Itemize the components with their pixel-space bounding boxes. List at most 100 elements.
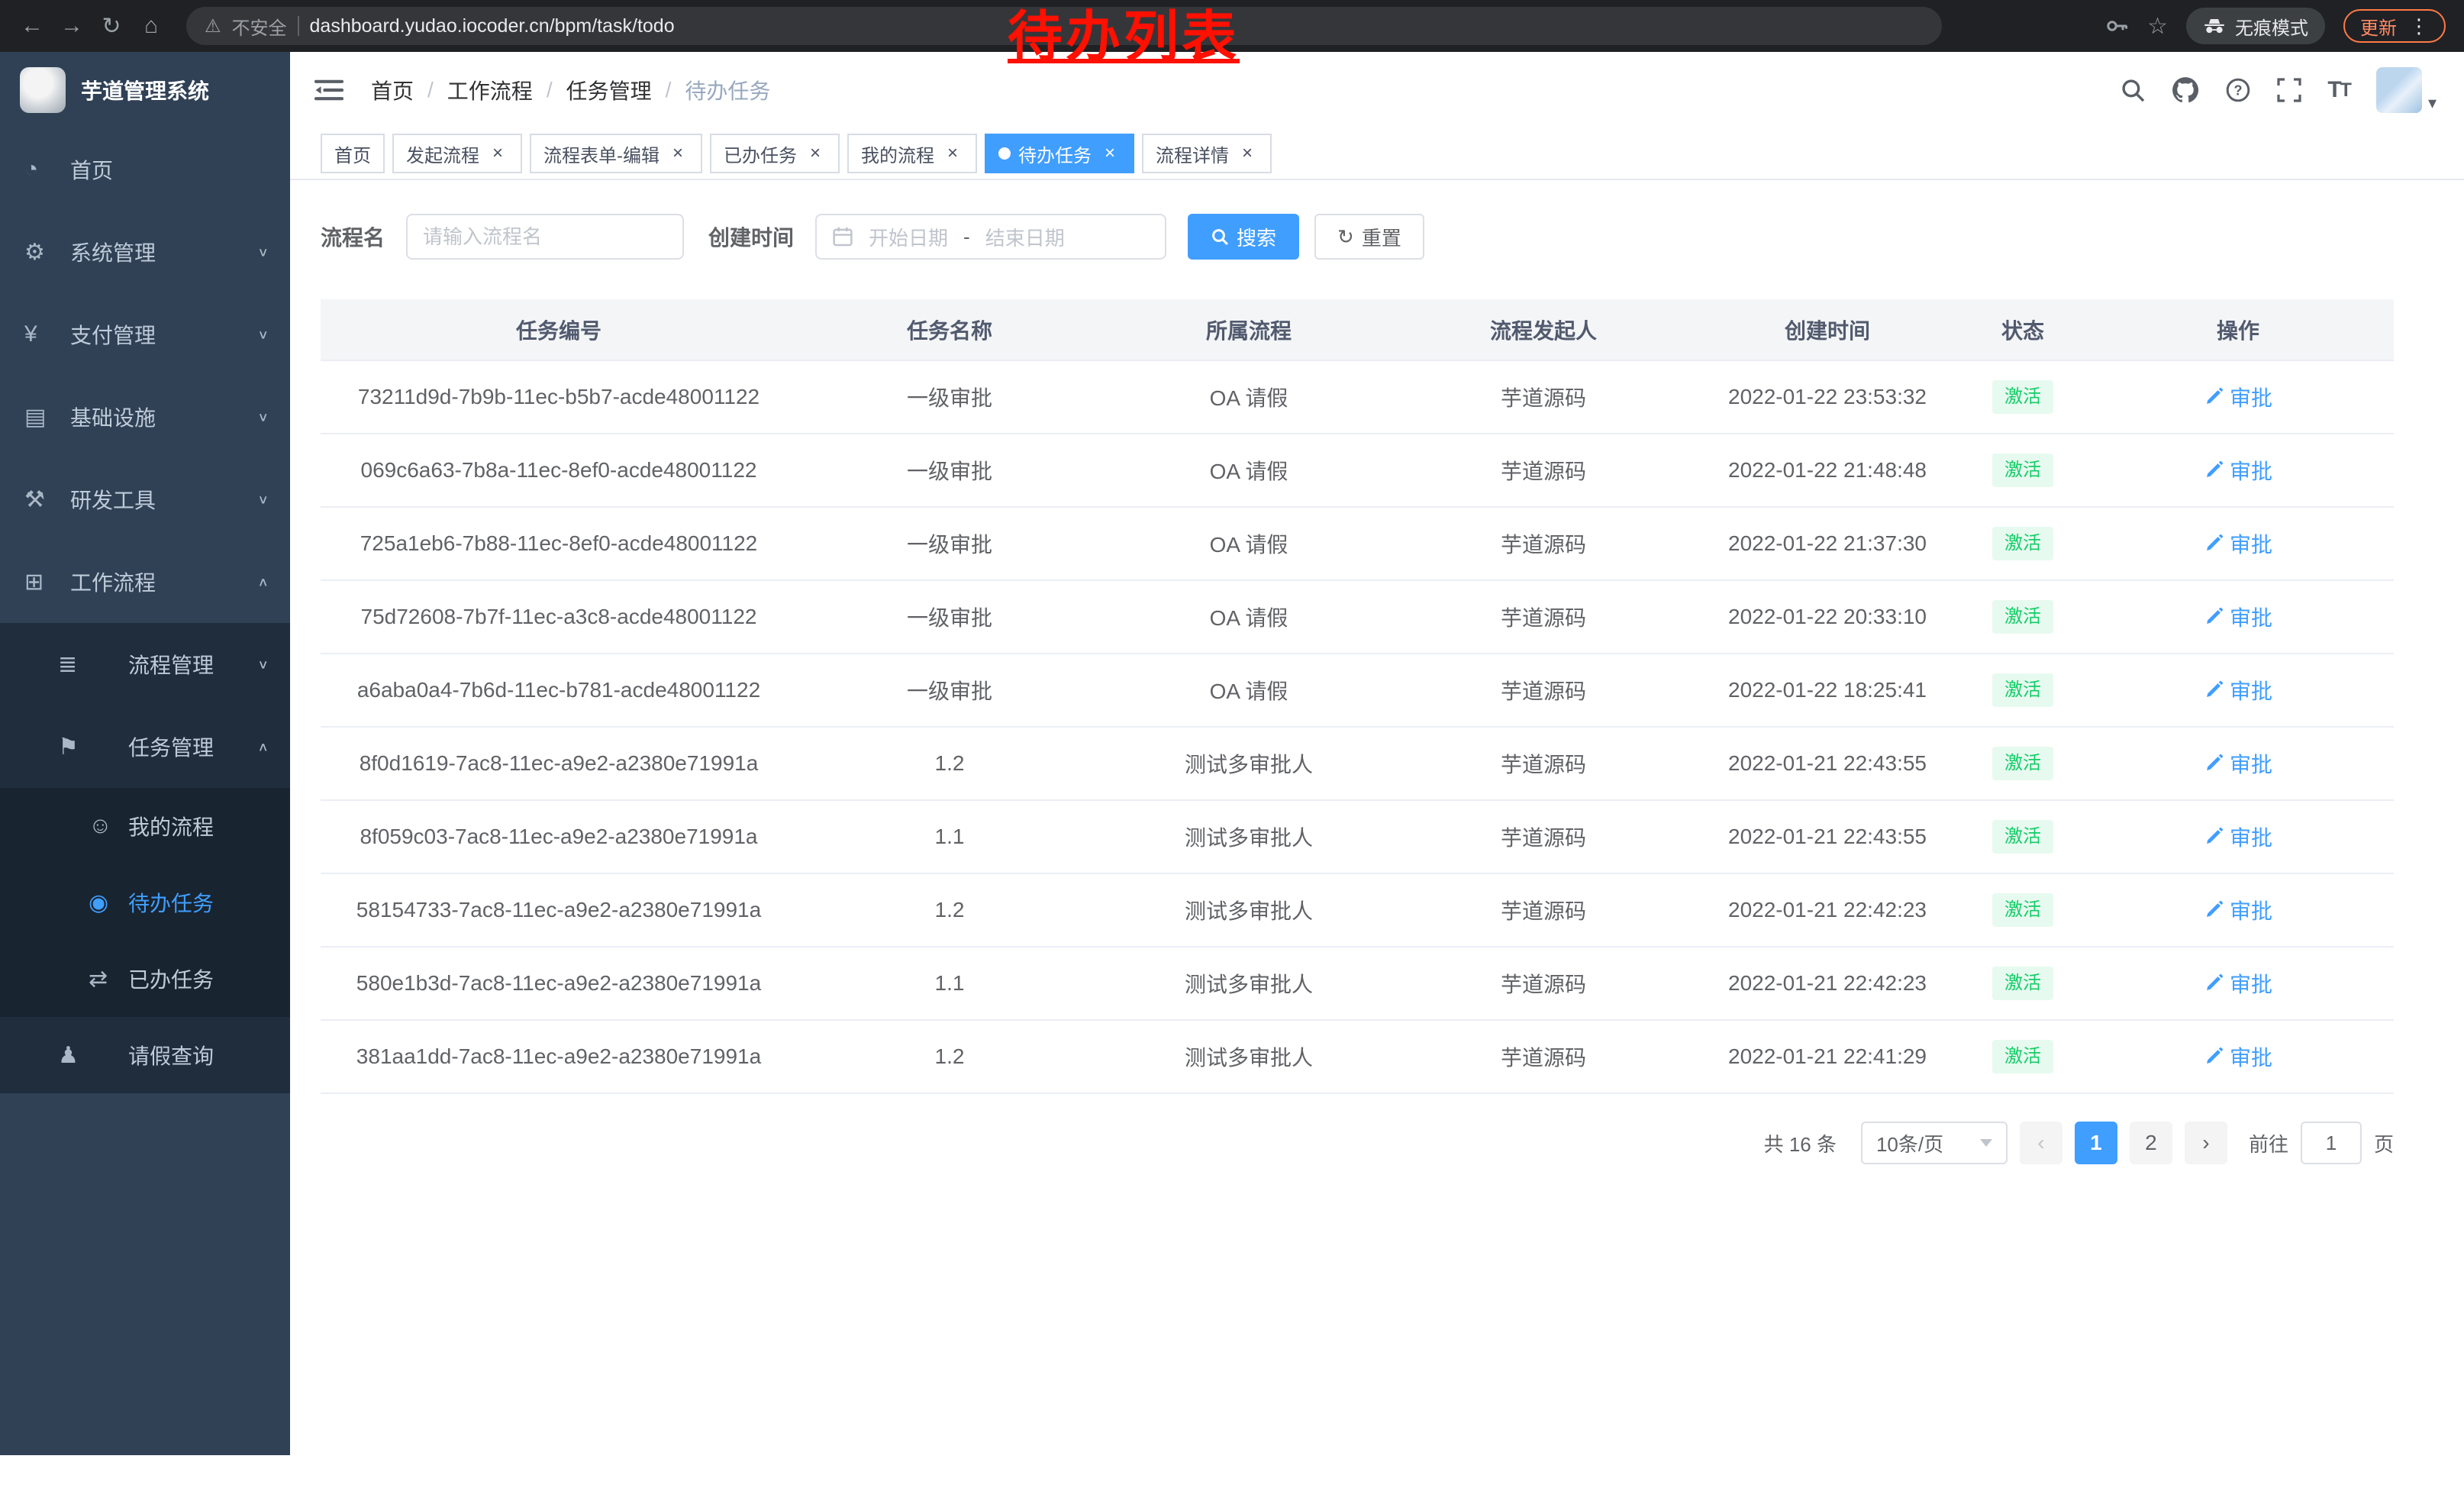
tab-5[interactable]: 待办任务 × xyxy=(985,134,1134,173)
calendar-icon xyxy=(832,226,853,247)
approve-link[interactable]: 审批 xyxy=(2204,748,2272,779)
page-size-select[interactable]: 10条/页 xyxy=(1861,1122,2008,1164)
update-label[interactable]: 更新 xyxy=(2360,13,2397,40)
refresh-icon[interactable]: ↻ xyxy=(92,6,131,46)
next-page-button[interactable]: › xyxy=(2185,1122,2227,1164)
back-icon[interactable]: ← xyxy=(12,6,52,46)
sidebar-item-5[interactable]: ⊞工作流程∧ xyxy=(0,541,290,623)
close-icon[interactable]: × xyxy=(942,143,963,164)
sidebar-item-7[interactable]: ⚑任务管理∧ xyxy=(0,705,290,788)
key-icon[interactable] xyxy=(2104,14,2129,38)
action-cell: 审批 xyxy=(2082,434,2394,507)
menu-dots-icon[interactable]: ⋮ xyxy=(2409,15,2429,38)
logo-row[interactable]: 芋道管理系统 xyxy=(0,52,290,128)
search-icon[interactable] xyxy=(2120,77,2146,103)
breadcrumb-home[interactable]: 首页 xyxy=(371,75,414,105)
approve-link[interactable]: 审批 xyxy=(2204,602,2272,632)
tab-2[interactable]: 流程表单-编辑× xyxy=(530,134,702,173)
sidebar-item-label: 请假查询 xyxy=(128,1040,269,1070)
approve-link[interactable]: 审批 xyxy=(2204,822,2272,852)
svg-text:?: ? xyxy=(2234,82,2243,98)
sidebar-item-0[interactable]: ◔首页 xyxy=(0,128,290,211)
sidebar-item-11[interactable]: ♟请假查询 xyxy=(0,1017,290,1093)
bookmark-star-icon[interactable]: ☆ xyxy=(2147,13,2168,40)
approve-link[interactable]: 审批 xyxy=(2204,1041,2272,1072)
sidebar-item-1[interactable]: ⚙系统管理∨ xyxy=(0,211,290,293)
initiator-cell: 芋道源码 xyxy=(1395,654,1692,727)
close-icon[interactable]: × xyxy=(487,143,508,164)
end-date-placeholder[interactable]: 结束日期 xyxy=(985,223,1065,251)
table-row: 73211d9d-7b9b-11ec-b5b7-acde48001122一级审批… xyxy=(321,360,2394,434)
edit-icon xyxy=(2204,387,2224,407)
page-1-button[interactable]: 1 xyxy=(2075,1122,2117,1164)
font-size-icon[interactable]: TT xyxy=(2327,77,2350,103)
app-title: 芋道管理系统 xyxy=(81,75,209,105)
reset-button[interactable]: ↻ 重置 xyxy=(1314,214,1424,260)
tab-6[interactable]: 流程详情× xyxy=(1142,134,1272,173)
avatar[interactable] xyxy=(2376,67,2422,113)
task-id-cell: 069c6a63-7b8a-11ec-8ef0-acde48001122 xyxy=(321,434,797,507)
status-cell: 激活 xyxy=(1963,727,2082,800)
sidebar-menu: ◔首页⚙系统管理∨¥支付管理∨▤基础设施∨⚒研发工具∨⊞工作流程∧≣流程管理∨⚑… xyxy=(0,128,290,1093)
security-label[interactable]: 不安全 xyxy=(232,13,287,40)
devtools-icon: ⚒ xyxy=(24,486,61,513)
approve-link[interactable]: 审批 xyxy=(2204,455,2272,486)
tab-3[interactable]: 已办任务× xyxy=(710,134,840,173)
start-date-placeholder[interactable]: 开始日期 xyxy=(869,223,948,251)
tab-0[interactable]: 首页 xyxy=(321,134,385,173)
close-icon[interactable]: × xyxy=(1237,143,1258,164)
status-badge: 激活 xyxy=(1992,1040,2053,1073)
goto-label: 前往 xyxy=(2249,1129,2288,1157)
chrome-right-controls: ☆ 无痕模式 更新 ⋮ xyxy=(2104,8,2452,44)
breadcrumb-workflow[interactable]: 工作流程 xyxy=(447,75,533,105)
initiator-cell: 芋道源码 xyxy=(1395,800,1692,873)
approve-link[interactable]: 审批 xyxy=(2204,675,2272,705)
tab-4[interactable]: 我的流程× xyxy=(847,134,977,173)
table-row: 580e1b3d-7ac8-11ec-a9e2-a2380e71991a1.1测… xyxy=(321,947,2394,1020)
sidebar-item-2[interactable]: ¥支付管理∨ xyxy=(0,293,290,376)
collapse-sidebar-icon[interactable] xyxy=(314,78,343,102)
url-text[interactable]: dashboard.yudao.iocoder.cn/bpm/task/todo xyxy=(310,15,675,37)
task-id-cell: 58154733-7ac8-11ec-a9e2-a2380e71991a xyxy=(321,873,797,947)
sidebar-item-9[interactable]: ◉待办任务 xyxy=(0,864,290,941)
approve-link[interactable]: 审批 xyxy=(2204,968,2272,999)
help-icon[interactable]: ? xyxy=(2225,77,2251,103)
sidebar-item-10[interactable]: ⇄已办任务 xyxy=(0,941,290,1017)
breadcrumb-task-manage[interactable]: 任务管理 xyxy=(566,75,652,105)
goto-page-input[interactable] xyxy=(2301,1122,2362,1164)
app-window: 芋道管理系统 ◔首页⚙系统管理∨¥支付管理∨▤基础设施∨⚒研发工具∨⊞工作流程∧… xyxy=(0,52,2464,1455)
close-icon[interactable]: × xyxy=(1099,143,1121,164)
sidebar-item-6[interactable]: ≣流程管理∨ xyxy=(0,623,290,705)
user-menu[interactable]: ▾ xyxy=(2376,67,2437,113)
home-icon[interactable]: ⌂ xyxy=(131,6,171,46)
approve-link[interactable]: 审批 xyxy=(2204,528,2272,559)
approve-link[interactable]: 审批 xyxy=(2204,382,2272,412)
close-icon[interactable]: × xyxy=(805,143,826,164)
github-icon[interactable] xyxy=(2172,76,2199,104)
chevron-down-icon xyxy=(1980,1139,1992,1147)
page-2-button[interactable]: 2 xyxy=(2130,1122,2172,1164)
infrastructure-icon: ▤ xyxy=(24,404,61,431)
sidebar-item-4[interactable]: ⚒研发工具∨ xyxy=(0,458,290,541)
search-button[interactable]: 搜索 xyxy=(1188,214,1299,260)
tab-1[interactable]: 发起流程× xyxy=(392,134,522,173)
sidebar-item-3[interactable]: ▤基础设施∨ xyxy=(0,376,290,458)
reset-button-label: 重置 xyxy=(1362,223,1401,251)
forward-icon[interactable]: → xyxy=(52,6,92,46)
breadcrumb-current: 待办任务 xyxy=(685,75,770,105)
sidebar-item-8[interactable]: ☺我的流程 xyxy=(0,788,290,864)
fullscreen-icon[interactable] xyxy=(2277,78,2301,102)
main-area: 首页 / 工作流程 / 任务管理 / 待办任务 ? xyxy=(290,52,2464,1455)
refresh-icon: ↻ xyxy=(1337,225,1354,249)
sidebar: 芋道管理系统 ◔首页⚙系统管理∨¥支付管理∨▤基础设施∨⚒研发工具∨⊞工作流程∧… xyxy=(0,52,290,1455)
task-name-cell: 一级审批 xyxy=(797,360,1102,434)
update-button[interactable]: 更新 ⋮ xyxy=(2343,9,2446,43)
initiator-cell: 芋道源码 xyxy=(1395,947,1692,1020)
prev-page-button[interactable]: ‹ xyxy=(2020,1122,2062,1164)
approve-link[interactable]: 审批 xyxy=(2204,895,2272,925)
close-icon[interactable]: × xyxy=(667,143,689,164)
date-range-picker[interactable]: 开始日期 - 结束日期 xyxy=(815,214,1166,260)
process-name-input[interactable] xyxy=(406,214,684,260)
tab-label: 待办任务 xyxy=(1018,140,1092,167)
action-cell: 审批 xyxy=(2082,507,2394,580)
